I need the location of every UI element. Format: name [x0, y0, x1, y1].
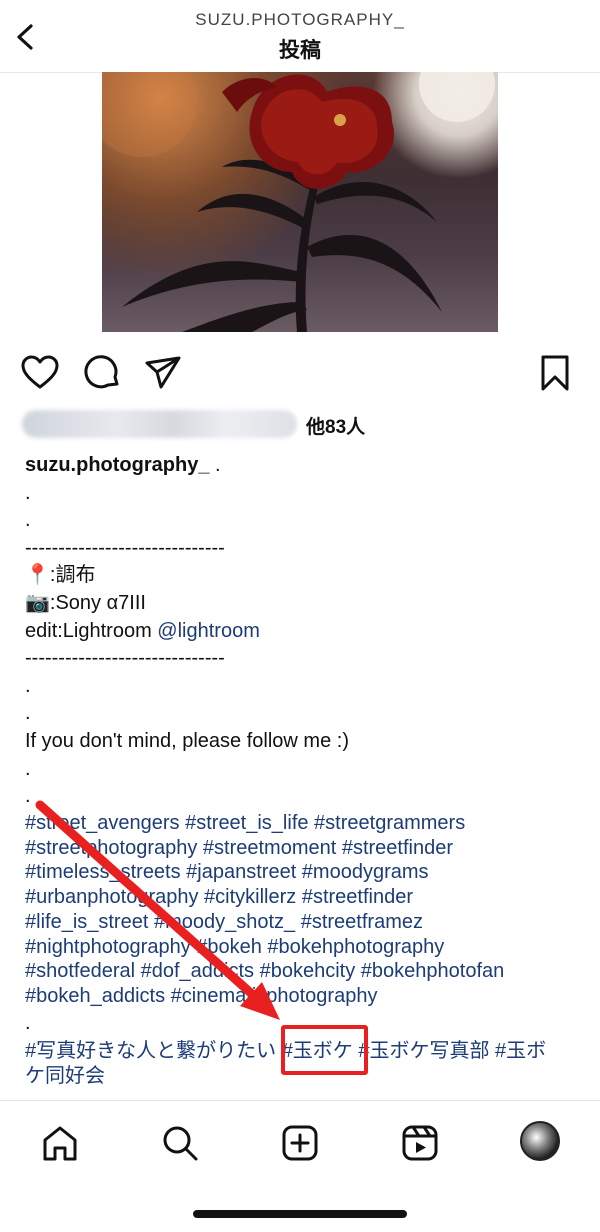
comment-icon[interactable] — [82, 353, 122, 393]
home-indicator — [193, 1210, 407, 1218]
caption-text: edit:Lightroom — [25, 619, 158, 642]
hashtag-line[interactable]: #urbanphotography #citykillerz #streetfi… — [25, 885, 585, 910]
caption-line: ------------------------------ — [25, 536, 225, 559]
bookmark-icon[interactable] — [535, 353, 575, 393]
post-caption: suzu.photography_ ... -------------------… — [25, 452, 585, 811]
create-icon[interactable] — [280, 1123, 320, 1163]
highlight-box — [281, 1025, 368, 1075]
caption-line: . — [25, 674, 31, 697]
caption-line: ------------------------------ — [25, 647, 225, 670]
post-photo[interactable] — [102, 72, 498, 332]
caption-line: . — [25, 757, 31, 780]
likes-row[interactable]: 他83人 — [22, 406, 582, 442]
caption-line: edit:Lightroom @lightroom — [25, 618, 585, 646]
hashtag-line[interactable]: #bokeh_addicts #cinematicphotography — [25, 984, 585, 1009]
caption-line: 📍:調布 — [25, 564, 96, 587]
hashtag-line[interactable]: #life_is_street #moody_shotz_ #streetfra… — [25, 910, 585, 935]
caption-line: . — [25, 509, 31, 532]
hashtag-line[interactable]: #timeless_streets #japanstreet #moodygra… — [25, 860, 585, 885]
search-icon[interactable] — [160, 1123, 200, 1163]
caption-username[interactable]: suzu.photography_ — [25, 454, 209, 476]
caption-line: suzu.photography_ . — [25, 452, 585, 480]
caption-line: . — [25, 481, 31, 504]
reels-icon[interactable] — [400, 1123, 440, 1163]
caption-line: If you don't mind, please follow me :) — [25, 729, 349, 752]
caption-line: . — [25, 785, 31, 808]
likes-count: 他83人 — [306, 417, 366, 438]
profile-avatar[interactable] — [520, 1121, 560, 1161]
caption-text: . — [209, 454, 221, 476]
header-username: SUZU.PHOTOGRAPHY_ — [195, 10, 405, 29]
heart-icon[interactable] — [20, 353, 60, 393]
hashtag-line[interactable]: #streetphotography #streetmoment #street… — [25, 836, 585, 861]
hashtag-line[interactable]: #nightphotography #bokeh #bokehphotograp… — [25, 935, 585, 960]
mention-link[interactable]: @lightroom — [157, 620, 260, 642]
caption-line: 📷:Sony α7III — [25, 591, 146, 614]
hashtag-line[interactable]: #street_avengers #street_is_life #street… — [25, 811, 585, 836]
hashtag-link[interactable]: #写真好きな人と繋がりたい — [25, 1040, 282, 1062]
post-actions — [0, 350, 600, 396]
home-icon[interactable] — [40, 1123, 80, 1163]
hashtag-list: #street_avengers #street_is_life #street… — [25, 811, 585, 1009]
blurred-liker-names — [22, 410, 297, 438]
header: SUZU.PHOTOGRAPHY_ 投稿 — [0, 0, 600, 73]
hashtag-line[interactable]: #shotfederal #dof_addicts #bokehcity #bo… — [25, 959, 585, 984]
caption-dot: . — [25, 1012, 31, 1034]
page-title: 投稿 — [279, 39, 321, 62]
caption-line: . — [25, 702, 31, 725]
share-icon[interactable] — [143, 353, 183, 393]
hashtag-link[interactable]: #玉ボケ写真部 #玉ボ — [353, 1040, 546, 1062]
